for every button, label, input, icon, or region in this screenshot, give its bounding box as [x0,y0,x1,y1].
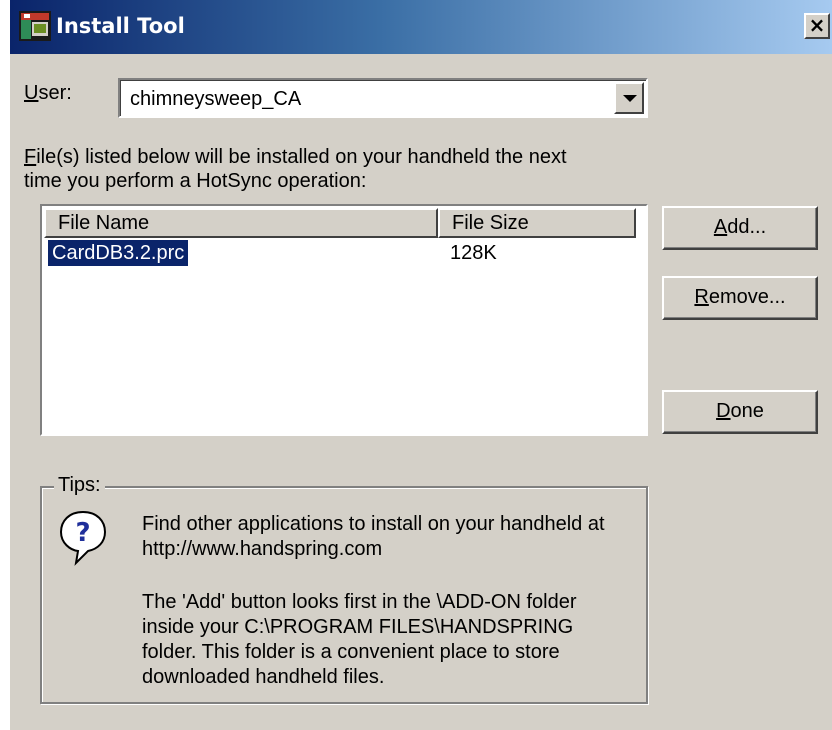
tip-line: downloaded handheld files. [142,666,385,688]
user-label: User: [24,82,72,104]
svg-text:?: ? [75,518,90,548]
tip-link: http://www.handspring.com [142,538,383,560]
window-title: Install Tool [56,14,185,38]
tip-paragraph-2: The 'Add' button looks first in the \ADD… [142,590,622,690]
file-list[interactable]: File Name File Size CardDB3.2.prc 128K [40,204,648,436]
chevron-down-icon[interactable] [614,82,644,114]
tip-paragraph-1: Find other applications to install on yo… [142,512,622,562]
file-size-cell: 128K [450,242,497,264]
user-select-value: chimneysweep_CA [130,88,302,110]
tips-label: Tips: [54,474,105,497]
add-button[interactable]: Add... [662,206,818,250]
instructions-line-1: File(s) listed below will be installed o… [24,146,567,168]
tip-line: inside your C:\PROGRAM FILES\HANDSPRING [142,616,574,638]
tip-line: folder. This folder is a convenient plac… [142,641,560,663]
close-icon: × [808,13,826,37]
column-header-file-name[interactable]: File Name [44,208,438,238]
remove-button[interactable]: Remove... [662,276,818,320]
install-tool-dialog: Install Tool × User: chimneysweep_CA Fil… [10,0,832,730]
file-name-cell[interactable]: CardDB3.2.prc [48,240,189,266]
title-bar[interactable]: Install Tool × [10,0,832,54]
instructions-line-2: time you perform a HotSync operation: [24,170,367,192]
column-header-file-size[interactable]: File Size [438,208,636,238]
tip-line: The 'Add' button looks first in the \ADD… [142,591,577,613]
question-balloon-icon: ? [59,510,107,566]
close-button[interactable]: × [804,13,830,39]
tip-line: Find other applications to install on yo… [142,513,605,535]
user-select[interactable]: chimneysweep_CA [118,78,648,118]
done-button[interactable]: Done [662,390,818,434]
palm-handheld-icon [19,11,51,41]
